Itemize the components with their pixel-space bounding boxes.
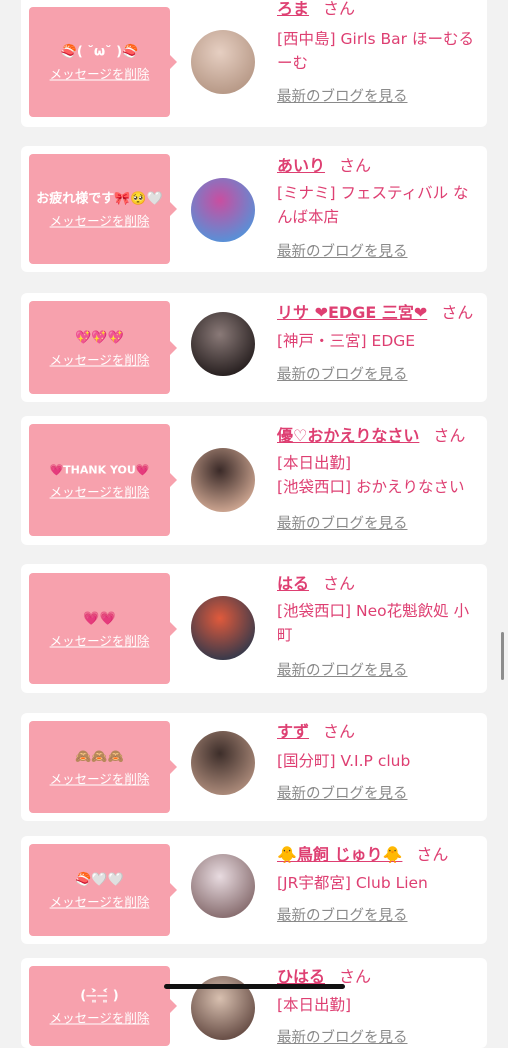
shop-line: [国分町] V.I.P club (277, 752, 411, 770)
user-name-link[interactable]: 🐥鳥飼 じゅり🐥 (277, 845, 402, 864)
avatar[interactable] (191, 30, 255, 94)
latest-blog-link[interactable]: 最新のブログを見る (277, 906, 408, 926)
shop-info: [本日出勤] [池袋西口] おかえりなさい (277, 451, 481, 499)
name-line: 🐥鳥飼 じゅり🐥 さん (277, 844, 448, 866)
message-text: ( ˃̶͈̀ ˂̶͈́ ) (80, 988, 119, 1004)
message-text: 💗💗 (83, 611, 116, 626)
shop-line: [西中島] Girls Bar ほーむるーむ (277, 30, 474, 72)
message-bubble: 🙈🙈🙈 メッセージを削除 (29, 721, 177, 813)
name-line: あいり さん (277, 155, 371, 177)
honorific: さん (339, 967, 372, 986)
latest-blog-link[interactable]: 最新のブログを見る (277, 784, 408, 804)
honorific: さん (323, 574, 356, 593)
delete-message-link[interactable]: メッセージを削除 (50, 1011, 150, 1027)
delete-message-link[interactable]: メッセージを削除 (50, 214, 150, 230)
user-name-link[interactable]: すず (277, 722, 309, 741)
shop-line: [JR宇都宮] Club Lien (277, 874, 428, 892)
home-indicator (164, 984, 345, 989)
delete-message-link[interactable]: メッセージを削除 (50, 67, 150, 83)
shop-line: [池袋西口] おかえりなさい (277, 478, 465, 496)
delete-message-link[interactable]: メッセージを削除 (50, 772, 150, 788)
honorific: さん (323, 0, 356, 18)
shop-line: [神戸・三宮] EDGE (277, 332, 416, 350)
scrollbar[interactable] (501, 632, 504, 680)
shop-info: [ミナミ] フェスティバル なんば本店 (277, 181, 481, 229)
message-bubble: 💗💗 メッセージを削除 (29, 573, 177, 684)
message-text: 💖💖💖 (75, 330, 124, 345)
latest-blog-link[interactable]: 最新のブログを見る (277, 1028, 408, 1048)
name-line: はる さん (277, 573, 355, 595)
delete-message-link[interactable]: メッセージを削除 (50, 485, 150, 501)
shop-info: [池袋西口] Neo花魁飲処 小町 (277, 599, 481, 647)
avatar[interactable] (191, 312, 255, 376)
message-bubble: 💗THANK YOU💗 メッセージを削除 (29, 424, 177, 536)
message-bubble: 🍣🤍🤍 メッセージを削除 (29, 844, 177, 936)
shop-line: [ミナミ] フェスティバル なんば本店 (277, 184, 469, 226)
name-line: リサ ❤EDGE 三宮❤ さん (277, 302, 473, 324)
user-card: 💗THANK YOU💗 メッセージを削除 優♡おかえりなさい さん [本日出勤][… (21, 416, 487, 545)
shop-info: [本日出勤] (277, 993, 481, 1017)
honorific: さん (339, 156, 372, 175)
user-name-link[interactable]: あいり (277, 156, 325, 175)
user-name-link[interactable]: 優♡おかえりなさい (277, 426, 419, 445)
avatar[interactable] (191, 854, 255, 918)
shop-line: [池袋西口] Neo花魁飲処 小町 (277, 602, 470, 644)
latest-blog-link[interactable]: 最新のブログを見る (277, 514, 408, 534)
shop-info: [JR宇都宮] Club Lien (277, 871, 481, 895)
user-name-link[interactable]: はる (277, 574, 309, 593)
user-name-link[interactable]: リサ ❤EDGE 三宮❤ (277, 303, 427, 322)
user-name-link[interactable]: ろま (277, 0, 309, 18)
message-bubble: お疲れ様です🎀🥺🤍 メッセージを削除 (29, 154, 177, 264)
avatar[interactable] (191, 731, 255, 795)
message-text: 🙈🙈🙈 (75, 749, 124, 765)
latest-blog-link[interactable]: 最新のブログを見る (277, 365, 408, 385)
user-card: 🙈🙈🙈 メッセージを削除 すず さん [国分町] V.I.P club 最新のブロ… (21, 713, 487, 821)
message-bubble: ( ˃̶͈̀ ˂̶͈́ ) メッセージを削除 (29, 966, 177, 1046)
latest-blog-link[interactable]: 最新のブログを見る (277, 87, 408, 107)
name-line: ろま さん (277, 0, 355, 20)
delete-message-link[interactable]: メッセージを削除 (50, 352, 150, 368)
shop-info: [西中島] Girls Bar ほーむるーむ (277, 27, 481, 75)
user-card: お疲れ様です🎀🥺🤍 メッセージを削除 あいり さん [ミナミ] フェスティバル な… (21, 146, 487, 272)
honorific: さん (323, 722, 356, 741)
message-text: 🍣🤍🤍 (75, 872, 124, 888)
avatar[interactable] (191, 178, 255, 242)
honorific: さん (441, 303, 474, 322)
message-text: 💗THANK YOU💗 (49, 463, 150, 477)
user-card: 💖💖💖 メッセージを削除 リサ ❤EDGE 三宮❤ さん [神戸・三宮] EDGE… (21, 293, 487, 402)
message-text: お疲れ様です🎀🥺🤍 (36, 191, 163, 207)
user-card: 🍣🤍🤍 メッセージを削除 🐥鳥飼 じゅり🐥 さん [JR宇都宮] Club Lie… (21, 836, 487, 944)
name-line: すず さん (277, 721, 355, 743)
user-card: 💗💗 メッセージを削除 はる さん [池袋西口] Neo花魁飲処 小町 最新のブロ… (21, 564, 487, 693)
honorific: さん (416, 845, 449, 864)
name-line: 優♡おかえりなさい さん (277, 425, 465, 447)
honorific: さん (433, 426, 466, 445)
latest-blog-link[interactable]: 最新のブログを見る (277, 661, 408, 681)
shop-info: [神戸・三宮] EDGE (277, 329, 481, 353)
latest-blog-link[interactable]: 最新のブログを見る (277, 242, 408, 262)
message-bubble: 💖💖💖 メッセージを削除 (29, 301, 177, 394)
message-text: 🍣( ˘ω˘ )🍣 (60, 44, 139, 60)
shop-info: [国分町] V.I.P club (277, 749, 481, 773)
delete-message-link[interactable]: メッセージを削除 (50, 895, 150, 911)
avatar[interactable] (191, 596, 255, 660)
delete-message-link[interactable]: メッセージを削除 (50, 633, 150, 649)
message-bubble: 🍣( ˘ω˘ )🍣 メッセージを削除 (29, 7, 177, 117)
shop-line: [本日出勤] (277, 996, 352, 1014)
user-card: ( ˃̶͈̀ ˂̶͈́ ) メッセージを削除 ひはる さん [本日出勤] 最新のブ… (21, 958, 487, 1048)
user-card: 🍣( ˘ω˘ )🍣 メッセージを削除 ろま さん [西中島] Girls Bar … (21, 0, 487, 127)
shop-line: [本日出勤] (277, 454, 352, 472)
avatar[interactable] (191, 448, 255, 512)
